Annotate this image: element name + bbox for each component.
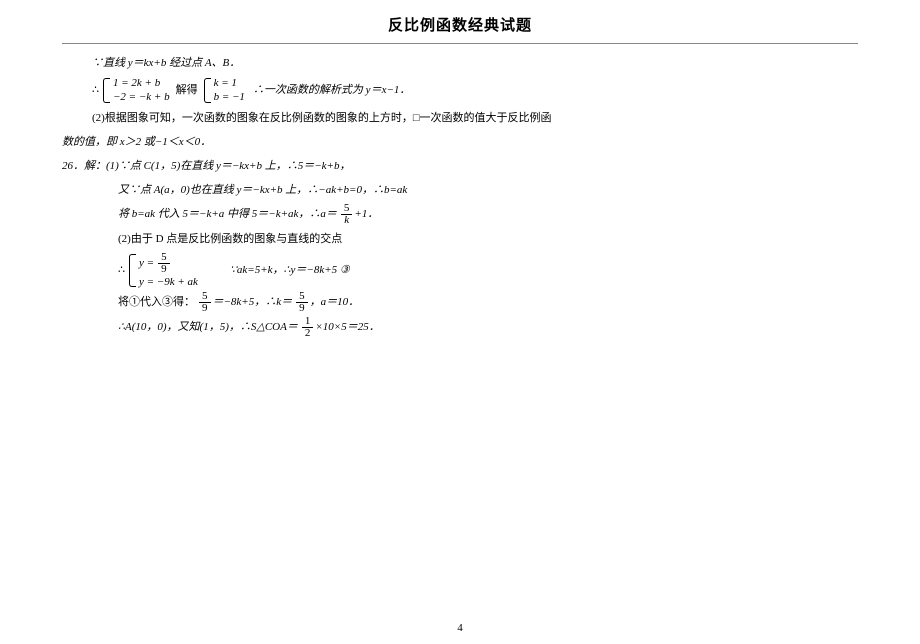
text: 又∵点 A(a，0)也在直线 y＝−kx+b 上，∴−ak+b=0，∴b=ak [118, 184, 407, 196]
text-line: (2)由于 D 点是反比例函数的图象与直线的交点 [62, 228, 858, 250]
page-number: 4 [0, 622, 920, 634]
numerator: 5 [158, 252, 170, 264]
text: 将 b=ak 代入 5＝−k+a 中得 5＝−k+ak，∴a＝ [118, 203, 337, 225]
text: ×10×5＝25． [315, 316, 379, 338]
eq-row: y = −9k + ak [139, 275, 198, 289]
equation-line: ∴A(10，0)，又知(1，5)，∴S△COA＝ 1 2 ×10×5＝25． [62, 316, 858, 339]
page-title: 反比例函数经典试题 [62, 14, 858, 35]
text: ＝−8k+5，∴k＝ [213, 291, 293, 313]
text: (2)根据图象可知，一次函数的图象在反比例函数的图象的上方时，□一次函数的值大于… [92, 112, 551, 124]
equation-line: ∴ 1 = 2k + b −2 = −k + b 解得 k = 1 b = −1… [62, 76, 858, 105]
brace-system: y = 5 9 y = −9k + ak [129, 252, 198, 289]
text: ∵直线 y＝kx+b 经过点 A、B． [92, 57, 240, 69]
title-divider [62, 43, 858, 44]
eq-row: k = 1 [214, 76, 245, 90]
eq-row: −2 = −k + b [113, 90, 170, 104]
text: (2)由于 D 点是反比例函数的图象与直线的交点 [118, 233, 342, 245]
text: y = [139, 256, 154, 270]
denominator: 9 [296, 303, 308, 314]
eq-row: b = −1 [214, 90, 245, 104]
brace-system: 1 = 2k + b −2 = −k + b [103, 76, 170, 105]
equation-line: 将 b=ak 代入 5＝−k+a 中得 5＝−k+ak，∴a＝ 5 k +1． [62, 203, 858, 226]
therefore-symbol: ∴ [92, 79, 99, 101]
equation-line: ∴ y = 5 9 y = −9k + ak ∵ak=5+k，∴y＝−8k+5 … [62, 252, 858, 289]
text: ∴一次函数的解析式为 y＝x−1． [253, 79, 410, 101]
text: +1． [354, 203, 378, 225]
text-line: 数的值，即 x＞2 或−1＜x＜0． [62, 131, 858, 153]
text-line: 26．解：(1)∵点 C(1，5)在直线 y＝−kx+b 上，∴5＝−k+b， [62, 155, 858, 177]
text: ，a＝10． [310, 291, 360, 313]
text: 解得 [176, 79, 198, 101]
text: 数的值，即 x＞2 或−1＜x＜0． [62, 136, 211, 148]
text-line: (2)根据图象可知，一次函数的图象在反比例函数的图象的上方时，□一次函数的值大于… [62, 107, 858, 129]
text: ∵ak=5+k，∴y＝−8k+5 ③ [230, 259, 350, 281]
equation-line: 将①代入③得： 5 9 ＝−8k+5，∴k＝ 5 9 ，a＝10． [62, 291, 858, 314]
denominator: 9 [158, 264, 170, 275]
text: ∴A(10，0)，又知(1，5)，∴S△COA＝ [118, 316, 298, 338]
fraction: 5 9 [158, 252, 170, 275]
eq-row: 1 = 2k + b [113, 76, 170, 90]
denominator: k [341, 215, 353, 226]
fraction: 1 2 [302, 316, 314, 339]
eq-row: y = 5 9 [139, 252, 198, 275]
fraction: 5 9 [296, 291, 308, 314]
therefore-symbol: ∴ [118, 259, 125, 281]
brace-system: k = 1 b = −1 [204, 76, 245, 105]
text-line: ∵直线 y＝kx+b 经过点 A、B． [62, 52, 858, 74]
text: 26．解：(1)∵点 C(1，5)在直线 y＝−kx+b 上，∴5＝−k+b， [62, 160, 350, 172]
text-line: 又∵点 A(a，0)也在直线 y＝−kx+b 上，∴−ak+b=0，∴b=ak [62, 179, 858, 201]
denominator: 9 [199, 303, 211, 314]
fraction: 5 9 [199, 291, 211, 314]
fraction: 5 k [341, 203, 353, 226]
document-page: 反比例函数经典试题 ∵直线 y＝kx+b 经过点 A、B． ∴ 1 = 2k +… [0, 0, 920, 339]
denominator: 2 [302, 328, 314, 339]
numerator: 5 [341, 203, 353, 215]
text: 将①代入③得： [118, 291, 195, 313]
